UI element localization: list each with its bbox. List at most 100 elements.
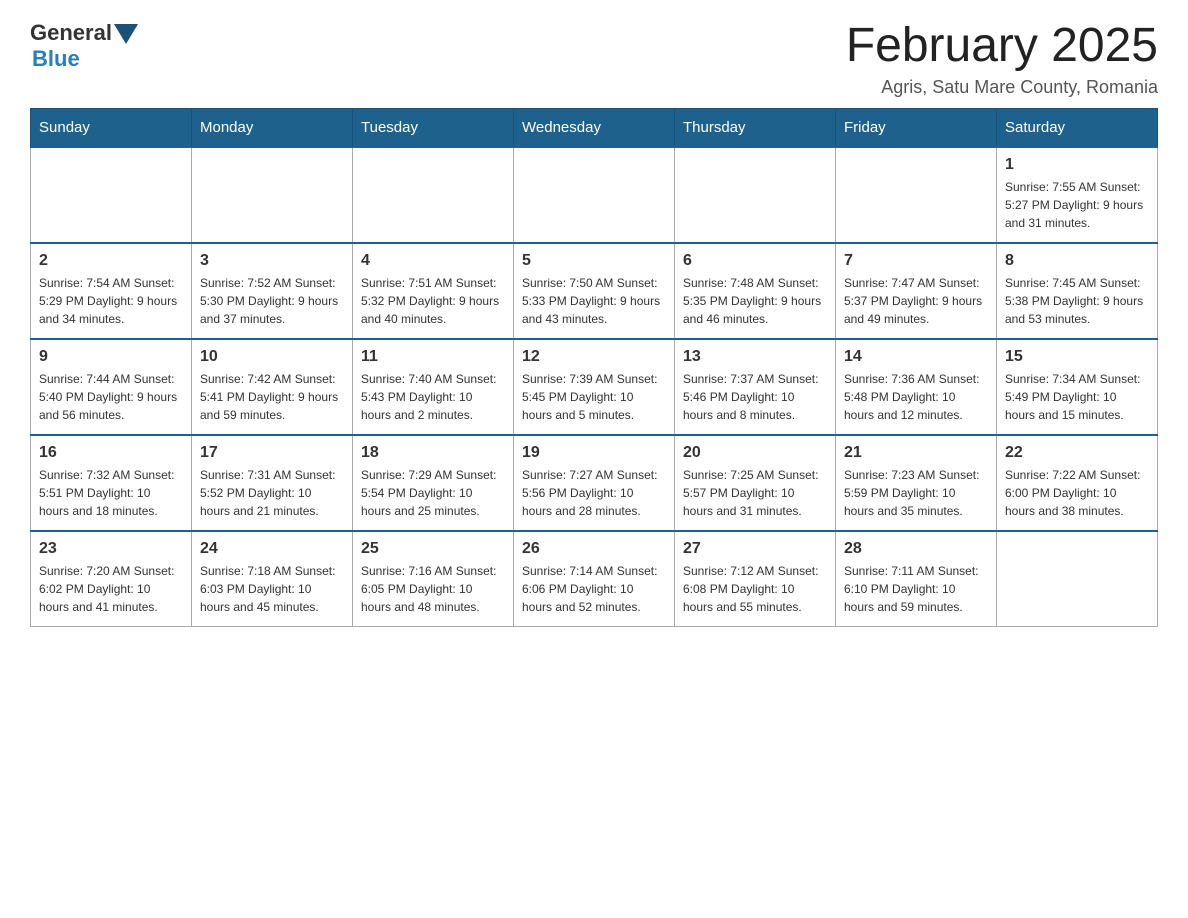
- header-thursday: Thursday: [675, 108, 836, 147]
- day-number: 6: [683, 252, 827, 270]
- calendar-cell: 21Sunrise: 7:23 AM Sunset: 5:59 PM Dayli…: [836, 435, 997, 531]
- calendar-cell: 27 Sunrise: 7:12 AM Sunset: 6:08 PM Dayli…: [675, 531, 836, 627]
- calendar-cell: 10 Sunrise: 7:42 AM Sunset: 5:41 PM Dayli…: [192, 339, 353, 435]
- calendar-subtitle: Agris, Satu Mare County, Romania: [846, 77, 1158, 98]
- day-number: 13: [683, 348, 827, 366]
- day-number: 8: [1005, 252, 1149, 270]
- day-info: Sunrise: 7:51 AM Sunset: 5:32 PM Dayligh…: [361, 274, 505, 328]
- day-number: 10: [200, 348, 344, 366]
- day-number: 12: [522, 348, 666, 366]
- day-number: 2: [39, 252, 183, 270]
- calendar-cell: 11 Sunrise: 7:40 AM Sunset: 5:43 PM Dayli…: [353, 339, 514, 435]
- day-number: 21: [844, 444, 988, 462]
- day-info: Sunrise: 7:36 AM Sunset: 5:48 PM Dayligh…: [844, 370, 988, 424]
- day-info: Sunrise: 7:54 AM Sunset: 5:29 PM Dayligh…: [39, 274, 183, 328]
- logo-triangle-icon: [114, 24, 138, 44]
- calendar-cell: 8 Sunrise: 7:45 AM Sunset: 5:38 PM Daylig…: [997, 243, 1158, 339]
- calendar-cell: 16 Sunrise: 7:32 AM Sunset: 5:51 PM Dayli…: [31, 435, 192, 531]
- calendar-cell: 13 Sunrise: 7:37 AM Sunset: 5:46 PM Dayli…: [675, 339, 836, 435]
- day-info: Sunrise: 7:39 AM Sunset: 5:45 PM Dayligh…: [522, 370, 666, 424]
- calendar-cell: 17 Sunrise: 7:31 AM Sunset: 5:52 PM Dayli…: [192, 435, 353, 531]
- day-info: Sunrise: 7:55 AM Sunset: 5:27 PM Dayligh…: [1005, 178, 1149, 232]
- logo-blue-text: Blue: [32, 46, 80, 72]
- day-number: 23: [39, 540, 183, 558]
- calendar-cell: 24 Sunrise: 7:18 AM Sunset: 6:03 PM Dayli…: [192, 531, 353, 627]
- day-info: Sunrise: 7:37 AM Sunset: 5:46 PM Dayligh…: [683, 370, 827, 424]
- day-info: Sunrise: 7:32 AM Sunset: 5:51 PM Dayligh…: [39, 466, 183, 520]
- calendar-cell: [675, 147, 836, 243]
- day-info: Sunrise: 7:45 AM Sunset: 5:38 PM Dayligh…: [1005, 274, 1149, 328]
- calendar-table: Sunday Monday Tuesday Wednesday Thursday…: [30, 108, 1158, 627]
- calendar-week-row: 2 Sunrise: 7:54 AM Sunset: 5:29 PM Daylig…: [31, 243, 1158, 339]
- calendar-header-row: Sunday Monday Tuesday Wednesday Thursday…: [31, 108, 1158, 147]
- header-tuesday: Tuesday: [353, 108, 514, 147]
- day-info: Sunrise: 7:11 AM Sunset: 6:10 PM Dayligh…: [844, 562, 988, 616]
- calendar-cell: 7 Sunrise: 7:47 AM Sunset: 5:37 PM Daylig…: [836, 243, 997, 339]
- day-info: Sunrise: 7:12 AM Sunset: 6:08 PM Dayligh…: [683, 562, 827, 616]
- calendar-cell: 5Sunrise: 7:50 AM Sunset: 5:33 PM Daylig…: [514, 243, 675, 339]
- day-number: 3: [200, 252, 344, 270]
- day-number: 27: [683, 540, 827, 558]
- calendar-cell: 28 Sunrise: 7:11 AM Sunset: 6:10 PM Dayli…: [836, 531, 997, 627]
- day-number: 26: [522, 540, 666, 558]
- calendar-week-row: 9 Sunrise: 7:44 AM Sunset: 5:40 PM Daylig…: [31, 339, 1158, 435]
- day-number: 15: [1005, 348, 1149, 366]
- header-wednesday: Wednesday: [514, 108, 675, 147]
- calendar-cell: [836, 147, 997, 243]
- day-number: 9: [39, 348, 183, 366]
- calendar-cell: 25Sunrise: 7:16 AM Sunset: 6:05 PM Dayli…: [353, 531, 514, 627]
- calendar-cell: 4 Sunrise: 7:51 AM Sunset: 5:32 PM Daylig…: [353, 243, 514, 339]
- calendar-cell: 20Sunrise: 7:25 AM Sunset: 5:57 PM Dayli…: [675, 435, 836, 531]
- calendar-cell: [192, 147, 353, 243]
- calendar-week-row: 23Sunrise: 7:20 AM Sunset: 6:02 PM Dayli…: [31, 531, 1158, 627]
- day-number: 5: [522, 252, 666, 270]
- day-info: Sunrise: 7:40 AM Sunset: 5:43 PM Dayligh…: [361, 370, 505, 424]
- calendar-cell: [514, 147, 675, 243]
- day-number: 28: [844, 540, 988, 558]
- day-info: Sunrise: 7:29 AM Sunset: 5:54 PM Dayligh…: [361, 466, 505, 520]
- day-number: 7: [844, 252, 988, 270]
- day-info: Sunrise: 7:52 AM Sunset: 5:30 PM Dayligh…: [200, 274, 344, 328]
- logo: General Blue: [30, 20, 138, 72]
- header-sunday: Sunday: [31, 108, 192, 147]
- calendar-cell: 12 Sunrise: 7:39 AM Sunset: 5:45 PM Dayli…: [514, 339, 675, 435]
- calendar-week-row: 1 Sunrise: 7:55 AM Sunset: 5:27 PM Daylig…: [31, 147, 1158, 243]
- day-info: Sunrise: 7:18 AM Sunset: 6:03 PM Dayligh…: [200, 562, 344, 616]
- day-info: Sunrise: 7:16 AM Sunset: 6:05 PM Dayligh…: [361, 562, 505, 616]
- day-info: Sunrise: 7:44 AM Sunset: 5:40 PM Dayligh…: [39, 370, 183, 424]
- day-number: 1: [1005, 156, 1149, 174]
- day-number: 17: [200, 444, 344, 462]
- calendar-cell: 23Sunrise: 7:20 AM Sunset: 6:02 PM Dayli…: [31, 531, 192, 627]
- day-number: 20: [683, 444, 827, 462]
- day-number: 14: [844, 348, 988, 366]
- calendar-cell: [353, 147, 514, 243]
- calendar-cell: 1 Sunrise: 7:55 AM Sunset: 5:27 PM Daylig…: [997, 147, 1158, 243]
- calendar-cell: 9 Sunrise: 7:44 AM Sunset: 5:40 PM Daylig…: [31, 339, 192, 435]
- day-info: Sunrise: 7:31 AM Sunset: 5:52 PM Dayligh…: [200, 466, 344, 520]
- day-number: 4: [361, 252, 505, 270]
- day-number: 16: [39, 444, 183, 462]
- day-number: 24: [200, 540, 344, 558]
- calendar-title: February 2025: [846, 20, 1158, 73]
- logo-general-text: General: [30, 20, 112, 46]
- day-number: 22: [1005, 444, 1149, 462]
- page-header: General Blue February 2025 Agris, Satu M…: [30, 20, 1158, 98]
- day-info: Sunrise: 7:48 AM Sunset: 5:35 PM Dayligh…: [683, 274, 827, 328]
- calendar-week-row: 16 Sunrise: 7:32 AM Sunset: 5:51 PM Dayli…: [31, 435, 1158, 531]
- day-number: 19: [522, 444, 666, 462]
- header-friday: Friday: [836, 108, 997, 147]
- title-block: February 2025 Agris, Satu Mare County, R…: [846, 20, 1158, 98]
- calendar-cell: 3 Sunrise: 7:52 AM Sunset: 5:30 PM Daylig…: [192, 243, 353, 339]
- day-info: Sunrise: 7:42 AM Sunset: 5:41 PM Dayligh…: [200, 370, 344, 424]
- day-info: Sunrise: 7:47 AM Sunset: 5:37 PM Dayligh…: [844, 274, 988, 328]
- calendar-cell: 2 Sunrise: 7:54 AM Sunset: 5:29 PM Daylig…: [31, 243, 192, 339]
- header-monday: Monday: [192, 108, 353, 147]
- calendar-cell: 26 Sunrise: 7:14 AM Sunset: 6:06 PM Dayli…: [514, 531, 675, 627]
- day-info: Sunrise: 7:14 AM Sunset: 6:06 PM Dayligh…: [522, 562, 666, 616]
- day-number: 11: [361, 348, 505, 366]
- calendar-cell: 6 Sunrise: 7:48 AM Sunset: 5:35 PM Daylig…: [675, 243, 836, 339]
- day-number: 18: [361, 444, 505, 462]
- calendar-cell: 19Sunrise: 7:27 AM Sunset: 5:56 PM Dayli…: [514, 435, 675, 531]
- calendar-cell: [31, 147, 192, 243]
- calendar-cell: [997, 531, 1158, 627]
